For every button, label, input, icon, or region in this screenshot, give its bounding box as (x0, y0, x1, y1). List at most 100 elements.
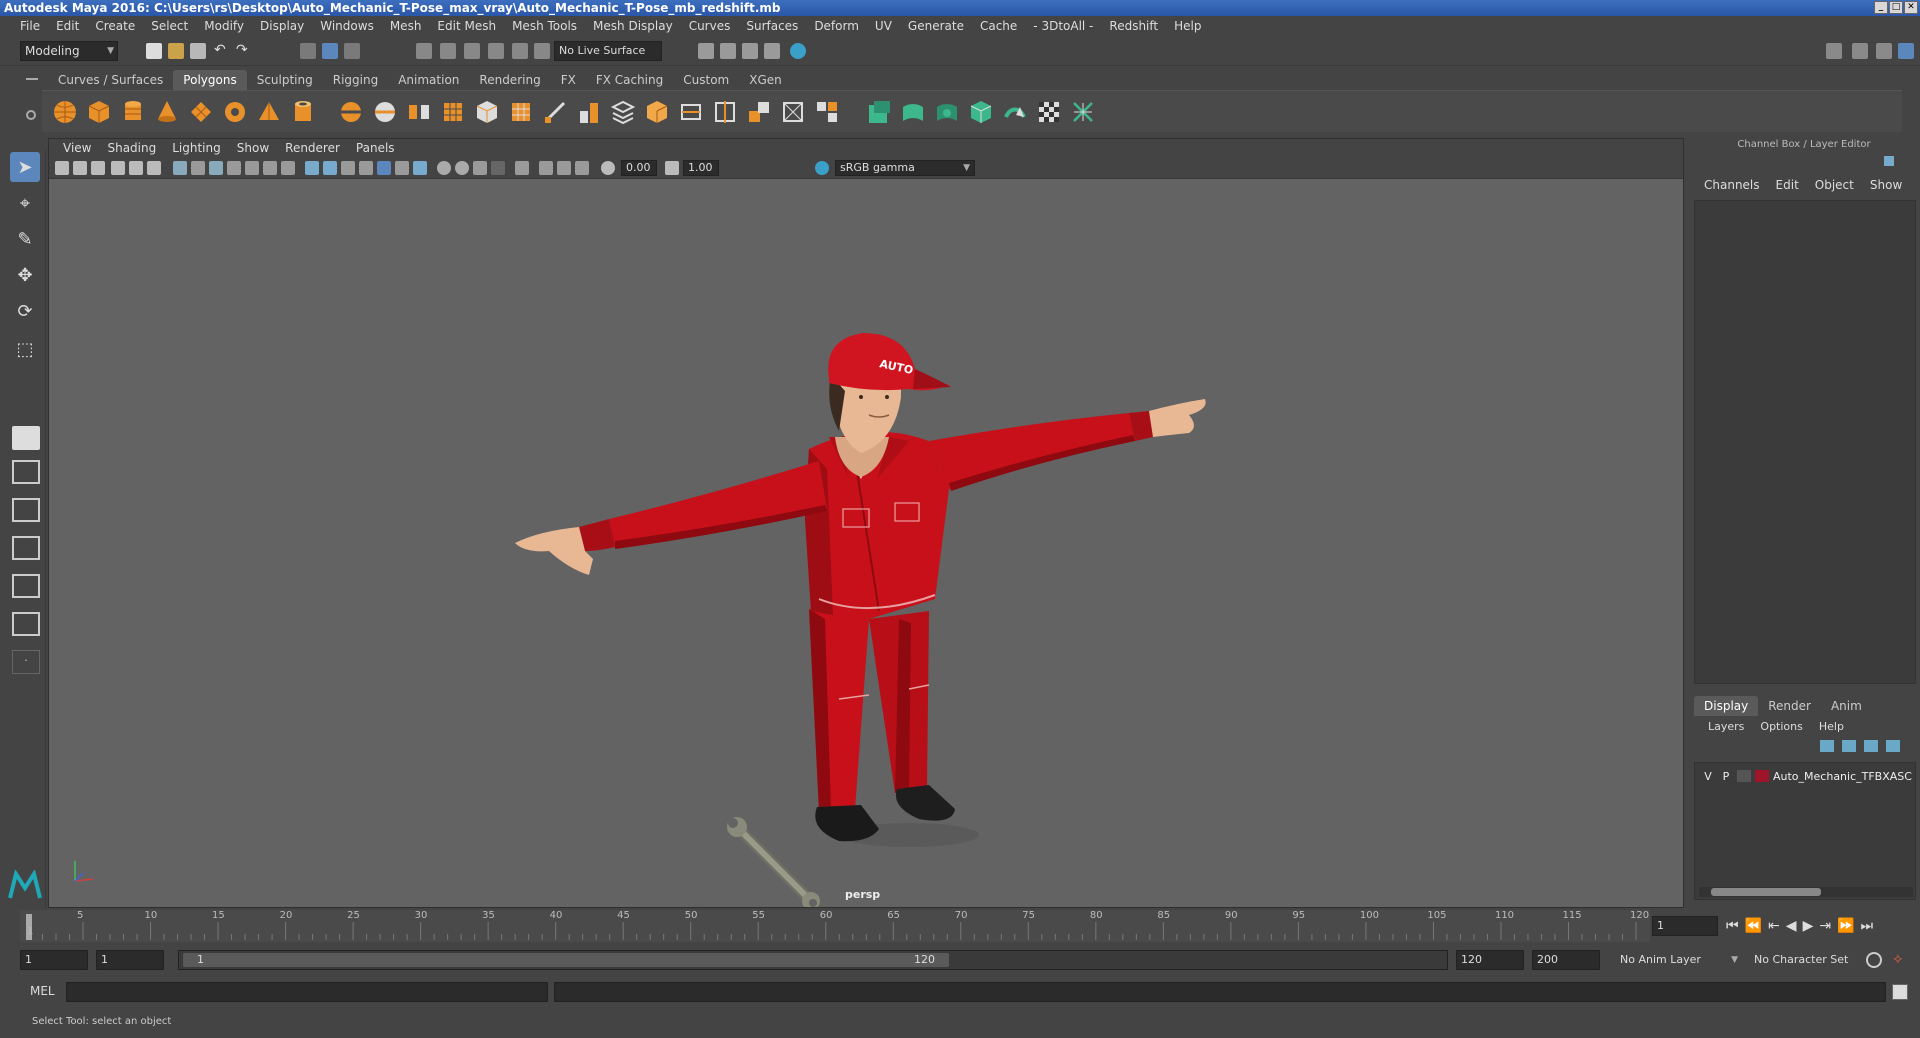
go-to-start-icon[interactable]: ⏮ (1726, 918, 1739, 934)
select-by-object-icon[interactable] (322, 43, 338, 59)
menu-edit[interactable]: Edit (48, 19, 87, 33)
xray-icon[interactable] (491, 161, 505, 175)
reduce-icon[interactable] (474, 99, 500, 125)
menu-select[interactable]: Select (143, 19, 196, 33)
script-editor-icon[interactable] (1892, 984, 1908, 1000)
layer-playback-toggle[interactable]: P (1717, 770, 1735, 783)
range-slider-handle[interactable]: 1 120 (183, 953, 949, 967)
menu-uv[interactable]: UV (867, 19, 900, 33)
menu-display[interactable]: Display (252, 19, 312, 33)
four-view-layout-icon[interactable] (12, 460, 40, 484)
scene-end-field[interactable]: 200 (1532, 950, 1600, 970)
paint-select-tool-icon[interactable]: ✎ (10, 224, 40, 254)
backface-culling-icon[interactable] (575, 161, 589, 175)
panel-menu-lighting[interactable]: Lighting (164, 141, 229, 155)
menu-file[interactable]: File (12, 19, 48, 33)
new-layer-from-selection-icon[interactable] (1886, 740, 1900, 752)
channel-box-float-icon[interactable] (1884, 156, 1894, 166)
exposure-icon[interactable] (601, 161, 615, 175)
menu-redshift[interactable]: Redshift (1101, 19, 1166, 33)
uv-automatic-icon[interactable] (968, 99, 994, 125)
panel-menu-panels[interactable]: Panels (348, 141, 403, 155)
2d-pan-zoom-icon[interactable] (129, 161, 143, 175)
tool-settings-icon[interactable] (1876, 43, 1892, 59)
single-perspective-layout-icon[interactable] (12, 426, 40, 450)
time-slider[interactable]: 1 5 10 15 20 25 30 35 40 45 50 55 60 65 70 75 80 85 90 95 10… (20, 910, 1650, 942)
live-surface-field[interactable]: No Live Surface (554, 41, 662, 61)
go-to-end-icon[interactable]: ⏭ (1861, 918, 1874, 934)
attribute-editor-icon[interactable] (1852, 43, 1868, 59)
shelf-options[interactable] (22, 70, 42, 132)
uv-cut-sew-icon[interactable] (1070, 99, 1096, 125)
move-layer-down-icon[interactable] (1842, 740, 1856, 752)
tab-rigging[interactable]: Rigging (323, 70, 388, 90)
image-plane-icon[interactable] (111, 161, 125, 175)
render-frame-icon[interactable] (720, 43, 736, 59)
tab-display-layers[interactable]: Display (1694, 696, 1759, 716)
open-scene-icon[interactable] (168, 43, 184, 59)
command-input[interactable] (66, 982, 548, 1002)
uv-planar-icon[interactable] (866, 99, 892, 125)
poly-plane-icon[interactable] (188, 99, 214, 125)
smooth-icon[interactable] (440, 99, 466, 125)
menu-create[interactable]: Create (87, 19, 143, 33)
layer-display-type[interactable] (1737, 770, 1751, 782)
shadows-icon[interactable] (395, 161, 409, 175)
channels-menu[interactable]: Channels (1696, 178, 1768, 198)
smooth-shade-icon[interactable] (323, 161, 337, 175)
minimize-button[interactable]: _ (1874, 1, 1888, 14)
tab-render-layers[interactable]: Render (1758, 696, 1821, 716)
snap-surface-icon[interactable] (534, 43, 550, 59)
color-management-icon[interactable] (815, 161, 829, 175)
layers-menu[interactable]: Layers (1700, 720, 1752, 733)
menu-curves[interactable]: Curves (681, 19, 739, 33)
menu-generate[interactable]: Generate (900, 19, 972, 33)
select-by-component-icon[interactable] (344, 43, 360, 59)
poly-pipe-icon[interactable] (290, 99, 316, 125)
step-forward-key-icon[interactable]: ⏩ (1837, 918, 1854, 934)
uv-cylindrical-icon[interactable] (900, 99, 926, 125)
wireframe-on-shaded-icon[interactable] (341, 161, 355, 175)
channel-list[interactable] (1694, 200, 1916, 684)
grid-icon[interactable] (173, 161, 187, 175)
multi-cut-icon[interactable] (542, 99, 568, 125)
menu-mesh[interactable]: Mesh (382, 19, 430, 33)
insert-edge-loop-icon[interactable] (712, 99, 738, 125)
uv-spherical-icon[interactable] (934, 99, 960, 125)
gamma-value-field[interactable]: 1.00 (683, 160, 719, 176)
extrude-icon[interactable] (508, 99, 534, 125)
script-language-label[interactable]: MEL (30, 984, 55, 998)
layer-color-swatch[interactable] (1755, 770, 1769, 782)
menu-windows[interactable]: Windows (312, 19, 382, 33)
safe-title-icon[interactable] (281, 161, 295, 175)
tab-animation[interactable]: Animation (388, 70, 469, 90)
layer-visibility-toggle[interactable]: V (1699, 770, 1717, 783)
close-button[interactable]: ✕ (1904, 1, 1918, 14)
move-tool-icon[interactable]: ✥ (10, 260, 40, 290)
tab-anim-layers[interactable]: Anim (1821, 696, 1872, 716)
persp-outliner-layout-icon[interactable] (12, 498, 40, 522)
bevel-icon[interactable] (678, 99, 704, 125)
bookmark-icon[interactable] (91, 161, 105, 175)
save-scene-icon[interactable] (190, 43, 206, 59)
poly-torus-icon[interactable] (222, 99, 248, 125)
menu-mesh-tools[interactable]: Mesh Tools (504, 19, 585, 33)
panel-menu-show[interactable]: Show (229, 141, 277, 155)
resolution-gate-icon[interactable] (209, 161, 223, 175)
make-live-icon[interactable] (512, 43, 528, 59)
poly-cube-icon[interactable] (86, 99, 112, 125)
select-tool-icon[interactable]: ➤ (10, 152, 40, 182)
render-settings-icon[interactable] (764, 43, 780, 59)
xray-joints-icon[interactable] (539, 161, 553, 175)
menu-surfaces[interactable]: Surfaces (738, 19, 806, 33)
panel-menu-shading[interactable]: Shading (99, 141, 164, 155)
uv-checker-icon[interactable] (1036, 99, 1062, 125)
tab-custom[interactable]: Custom (673, 70, 739, 90)
tab-xgen[interactable]: XGen (739, 70, 792, 90)
channels-object-menu[interactable]: Object (1807, 178, 1862, 198)
isolate-select-icon[interactable] (515, 161, 529, 175)
animation-preferences-icon[interactable]: ✧ (1892, 952, 1908, 968)
layer-row[interactable]: V P Auto_Mechanic_TFBXASC (1699, 767, 1913, 785)
layers-options-menu[interactable]: Options (1752, 720, 1810, 733)
current-frame-field[interactable]: 1 (1652, 916, 1718, 936)
